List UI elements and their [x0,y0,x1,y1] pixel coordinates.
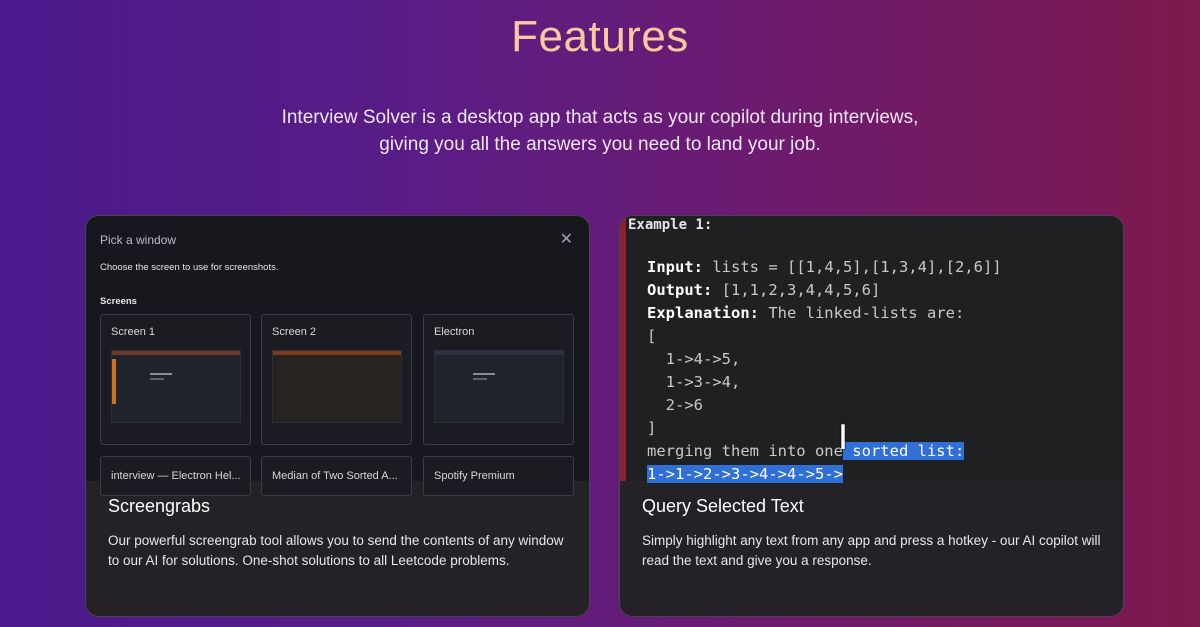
card-text: Screengrabs Our powerful screengrab tool… [108,496,567,571]
dialog-subtitle: Choose the screen to use for screenshots… [100,262,279,273]
window-tile-label: Median of Two Sorted A... [272,470,398,482]
window-tile[interactable]: interview — Electron Hel... [100,456,251,496]
card-description: Our powerful screengrab tool allows you … [108,533,564,568]
screens-section-label: Screens [100,296,137,307]
card-title: Screengrabs [108,496,211,516]
feature-card-query-selected-text: Example 1: Input: lists = [[1,4,5],[1,3,… [619,215,1124,617]
window-tile-label: Spotify Premium [434,470,515,482]
list-line-2: 1->3->4, [647,373,741,391]
list-line-1: 1->4->5, [647,350,741,368]
merge-line: merging them into one sorted list: [647,442,965,460]
screen-tile[interactable]: Screen 1 [100,314,251,445]
input-line: Input: lists = [[1,4,5],[1,3,4],[2,6]] [647,258,1002,276]
feature-card-screengrabs: Pick a window ✕ Choose the screen to use… [85,215,590,617]
explanation-line: Explanation: The linked-lists are: [647,304,965,322]
card-title: Query Selected Text [642,496,804,516]
text-cursor-icon: I [838,418,849,458]
merged-result-line: 1->1->2->3->4->4->5-> [647,463,1002,486]
window-tile-label: interview — Electron Hel... [111,470,241,482]
output-line: Output: [1,1,2,3,4,4,5,6] [647,281,881,299]
accent-strip [620,216,626,481]
screen-tile-label: Screen 1 [111,326,156,338]
screen-tile[interactable]: Electron [423,314,574,445]
code-example-screenshot: Example 1: Input: lists = [[1,4,5],[1,3,… [620,216,1123,483]
screen-tile-label: Screen 2 [272,326,317,338]
close-icon[interactable]: ✕ [560,229,573,249]
screen-thumbnail [434,350,564,423]
code-block: Input: lists = [[1,4,5],[1,3,4],[2,6]] Ou… [647,256,1002,486]
open-bracket-line: [ [647,327,657,345]
screen-thumbnail [111,350,241,423]
screen-tile[interactable]: Screen 2 [261,314,412,445]
window-tile[interactable]: Spotify Premium [423,456,574,496]
card-description: Simply highlight any text from any app a… [642,533,1101,568]
card-text: Query Selected Text Simply highlight any… [642,496,1101,571]
dialog-title: Pick a window [100,233,177,247]
screen-thumbnail [272,350,402,423]
list-line-3: 2->6 [647,396,703,414]
close-bracket-line: ] [647,419,657,437]
features-heading: Features [511,12,689,61]
subtitle-line-2: giving you all the answers you need to l… [379,134,821,155]
subtitle-line-1: Interview Solver is a desktop app that a… [281,107,919,128]
screen-tile-label: Electron [434,326,475,338]
selected-text-highlight: 1->1->2->3->4->4->5-> [647,465,843,483]
example-title: Example 1: [628,217,713,233]
window-tile[interactable]: Median of Two Sorted A... [261,456,412,496]
selected-text-highlight: sorted list: [842,442,965,460]
features-subtitle: Interview Solver is a desktop app that a… [250,104,950,158]
window-picker-screenshot: Pick a window ✕ Choose the screen to use… [86,216,589,496]
